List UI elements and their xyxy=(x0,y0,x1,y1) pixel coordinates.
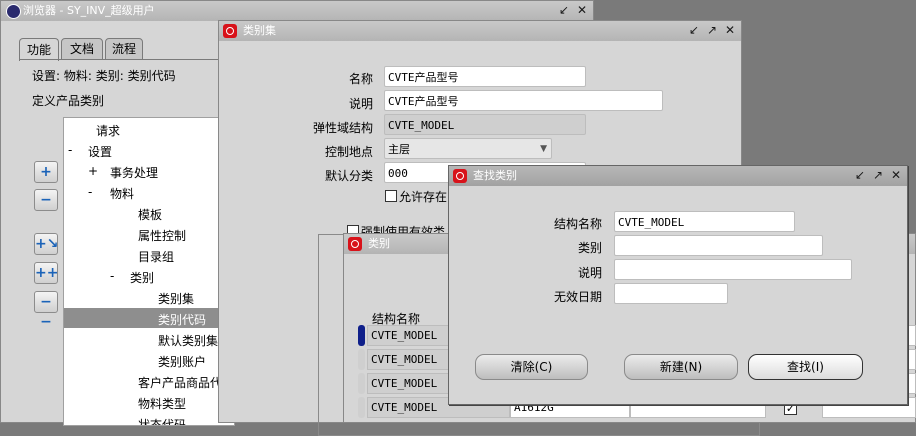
category-set-titlebar[interactable]: 类别集 ↙ ↗ ✕ xyxy=(219,21,741,41)
tab-documents-label: 文档 xyxy=(69,42,94,56)
function-description: 定义产品类别 xyxy=(32,94,105,108)
row-marker-4[interactable] xyxy=(358,397,365,418)
expand-all-button[interactable]: ++ xyxy=(34,262,58,284)
tree-marker-setup[interactable]: - xyxy=(68,143,72,157)
name-field[interactable]: CVTE产品型号 xyxy=(384,66,586,87)
flex-structure-field[interactable]: CVTE_MODEL xyxy=(384,114,586,135)
tree-selected-row[interactable] xyxy=(64,308,234,328)
control-level-label: 控制地点 xyxy=(324,145,373,159)
category-label: 类别 xyxy=(577,241,602,255)
category-set-title: 类别集 xyxy=(243,24,276,37)
row-marker-1[interactable] xyxy=(358,325,365,346)
minimize-icon[interactable]: ↙ xyxy=(687,23,701,37)
maximize-icon[interactable]: ↗ xyxy=(871,168,885,182)
plus-icon: + xyxy=(40,164,52,180)
find-description-field[interactable] xyxy=(614,259,852,280)
row-marker-3[interactable] xyxy=(358,373,365,394)
navigator-icon xyxy=(6,4,21,19)
close-icon[interactable]: ✕ xyxy=(889,168,903,182)
navigator-titlebar[interactable]: 浏览器 - SY_INV_超级用户 ↙ ✕ xyxy=(1,1,593,21)
tree-item-item-types[interactable]: 物料类型 xyxy=(138,395,186,412)
minus-icon: − xyxy=(40,192,52,208)
maximize-icon[interactable]: ↗ xyxy=(705,23,719,37)
tree-item-category-sets[interactable]: 类别集 xyxy=(158,290,194,307)
tree-item-catalog-groups[interactable]: 目录组 xyxy=(138,248,174,265)
minimize-icon[interactable]: ↙ xyxy=(557,3,571,17)
minimize-icon[interactable]: ↙ xyxy=(853,168,867,182)
control-level-value: 主层 xyxy=(388,143,410,156)
collapse-button[interactable]: − xyxy=(34,189,58,211)
inactive-date-label: 无效日期 xyxy=(553,290,602,304)
default-category-label: 默认分类 xyxy=(324,169,373,183)
tree-item-items[interactable]: 物料 xyxy=(110,185,134,202)
row-marker-2[interactable] xyxy=(358,349,365,370)
structure-name-field[interactable]: CVTE_MODEL xyxy=(614,211,795,232)
tree-item-templates[interactable]: 模板 xyxy=(138,206,162,223)
find-description-label: 说明 xyxy=(577,266,602,280)
name-label: 名称 xyxy=(348,72,373,86)
tree-marker-transactions[interactable]: + xyxy=(88,164,98,178)
find-categories-dialog: 查找类别 ↙ ↗ ✕ 结构名称 CVTE_MODEL 类别 说明 无效日期 清除… xyxy=(448,165,908,405)
tree-item-attribute-control[interactable]: 属性控制 xyxy=(138,227,186,244)
inactive-date-field[interactable] xyxy=(614,283,728,304)
tree-item-requests[interactable]: 请求 xyxy=(96,122,120,139)
find-titlebar[interactable]: 查找类别 ↙ ↗ ✕ xyxy=(449,166,907,186)
flex-structure-label: 弹性域结构 xyxy=(312,121,373,135)
close-icon[interactable]: ✕ xyxy=(723,23,737,37)
function-tree: 请求 - 设置 + 事务处理 - 物料 模板 属性控制 目录组 - 类别 类别集… xyxy=(63,117,235,426)
new-button[interactable]: 新建(N) xyxy=(624,354,738,380)
tab-functions-label: 功能 xyxy=(26,43,51,57)
tree-item-setup[interactable]: 设置 xyxy=(88,143,112,160)
tab-documents[interactable]: 文档 xyxy=(61,38,103,60)
close-icon[interactable]: ✕ xyxy=(575,3,589,17)
oracle-logo-icon xyxy=(453,169,467,183)
tree-item-default-category-sets[interactable]: 默认类别集 xyxy=(158,332,218,349)
description-field[interactable]: CVTE产品型号 xyxy=(384,90,663,111)
chevron-down-icon: ▼ xyxy=(540,144,547,154)
expand-branch-icon: +↘ xyxy=(35,236,59,252)
control-level-select[interactable]: 主层 ▼ xyxy=(384,138,552,159)
find-button[interactable]: 查找(I) xyxy=(748,354,863,380)
allow-label: 允许存在 xyxy=(399,190,448,204)
expand-button[interactable]: + xyxy=(34,161,58,183)
collapse-all-button[interactable]: −− xyxy=(34,291,58,330)
category-field[interactable] xyxy=(614,235,823,256)
find-title: 查找类别 xyxy=(473,169,517,182)
tab-functions[interactable]: 功能 xyxy=(19,38,59,61)
oracle-logo-icon xyxy=(348,237,362,251)
clear-button[interactable]: 清除(C) xyxy=(475,354,588,380)
allow-checkbox[interactable] xyxy=(385,190,397,202)
tree-marker-items[interactable]: - xyxy=(88,185,92,199)
expand-branch-button[interactable]: +↘ xyxy=(34,233,58,255)
tab-processes[interactable]: 流程 xyxy=(105,38,143,60)
expand-all-icon: ++ xyxy=(35,265,59,281)
oracle-logo-icon xyxy=(223,24,237,38)
description-label: 说明 xyxy=(348,97,373,111)
categories-title: 类别 xyxy=(368,237,390,250)
function-path: 设置: 物料: 类别: 类别代码 xyxy=(32,69,176,83)
tree-item-category-codes[interactable]: 类别代码 xyxy=(158,311,206,328)
tree-item-category-accounts[interactable]: 类别账户 xyxy=(158,353,206,370)
tree-item-status-codes[interactable]: 状态代码 xyxy=(138,416,186,425)
navigator-title: 浏览器 - SY_INV_超级用户 xyxy=(23,4,155,17)
collapse-all-icon: −− xyxy=(40,294,52,330)
tree-marker-categories[interactable]: - xyxy=(110,269,114,283)
tree-item-categories[interactable]: 类别 xyxy=(130,269,154,286)
tab-processes-label: 流程 xyxy=(111,42,136,56)
tree-item-transactions[interactable]: 事务处理 xyxy=(110,164,158,181)
structure-name-label: 结构名称 xyxy=(553,217,602,231)
